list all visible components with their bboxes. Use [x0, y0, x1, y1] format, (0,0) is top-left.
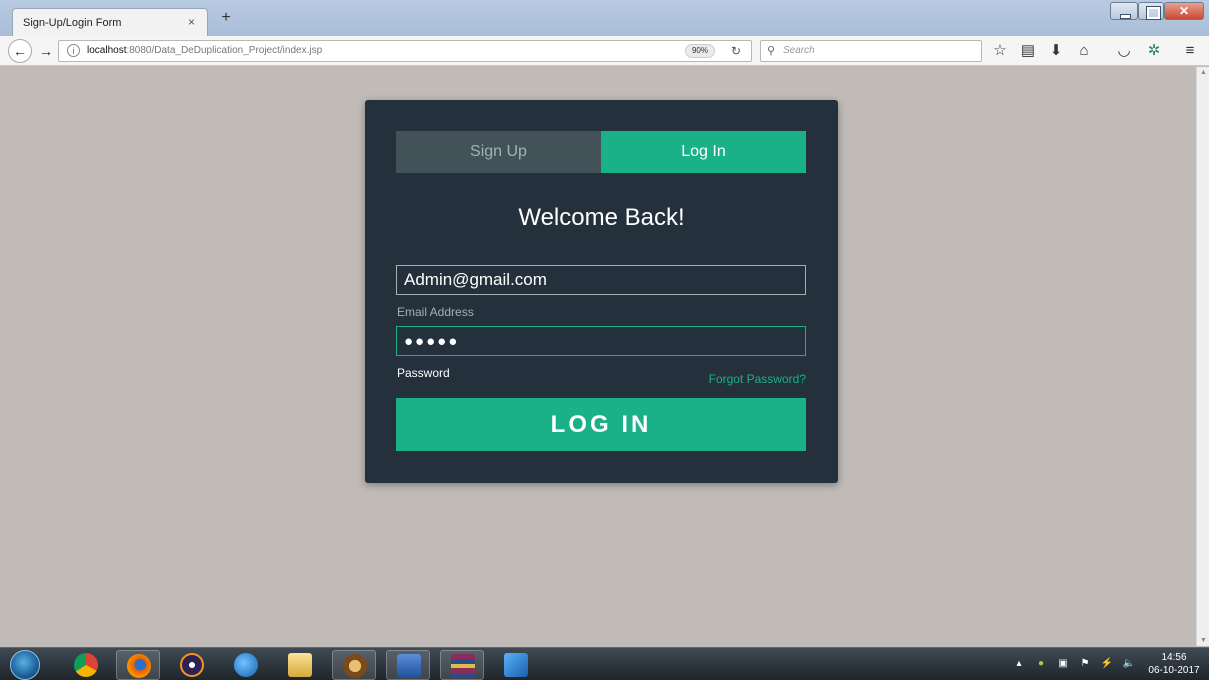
scroll-up-icon[interactable]: ▲ — [1200, 69, 1207, 76]
tab-close-icon[interactable]: × — [188, 15, 195, 29]
search-icon: ⚲ — [767, 45, 776, 57]
download-icon[interactable]: ⬇ — [1046, 41, 1066, 61]
home-icon[interactable]: ⌂ — [1074, 41, 1094, 61]
flash-icon[interactable] — [494, 650, 538, 680]
tab-sign-up[interactable]: Sign Up — [396, 131, 601, 173]
minimize-button[interactable] — [1110, 2, 1138, 20]
media-player-icon[interactable] — [224, 650, 268, 680]
form-tabs: Sign Up Log In — [396, 131, 806, 173]
login-form-card: Sign Up Log In Welcome Back! Email Addre… — [365, 100, 838, 483]
taskbar-clock[interactable]: 14:56 06-10-2017 — [1146, 651, 1202, 677]
tab-log-in[interactable]: Log In — [601, 131, 806, 173]
reading-list-icon[interactable]: ▤ — [1018, 41, 1038, 61]
flag-icon[interactable]: ⚑ — [1078, 657, 1092, 671]
system-tray: ▴ ● ▣ ⚑ ⚡ 🔈 — [1012, 656, 1136, 672]
site-info-icon[interactable]: i — [67, 44, 80, 57]
back-arrow-icon[interactable]: ← — [8, 39, 32, 63]
log-in-button[interactable]: LOG IN — [396, 398, 806, 451]
close-window-button[interactable]: ✕ — [1164, 2, 1204, 20]
settings-icon[interactable] — [332, 650, 376, 680]
navigation-bar: ← → i localhost:8080/Data_DeDuplication_… — [0, 36, 1209, 66]
network-icon[interactable]: ● — [1034, 657, 1048, 671]
zoom-indicator[interactable]: 90% — [684, 44, 715, 58]
clock-date: 06-10-2017 — [1148, 665, 1200, 676]
search-placeholder: Search — [783, 45, 815, 56]
action-center-icon[interactable]: ▣ — [1056, 657, 1070, 671]
url-host: localhost — [87, 45, 127, 56]
forward-arrow-icon[interactable]: → — [38, 41, 54, 61]
browser-tab[interactable]: Sign-Up/Login Form × — [12, 8, 208, 36]
scroll-down-icon[interactable]: ▼ — [1200, 637, 1207, 644]
url-path: :8080/Data_DeDuplication_Project/index.j… — [126, 45, 323, 56]
firefox-icon[interactable] — [116, 650, 160, 680]
menu-icon[interactable]: ≡ — [1180, 41, 1200, 61]
maximize-button[interactable] — [1138, 2, 1164, 20]
eclipse-icon[interactable] — [170, 650, 214, 680]
search-input[interactable]: ⚲ Search — [760, 40, 982, 62]
email-field[interactable] — [396, 265, 806, 295]
password-label: Password — [397, 366, 450, 380]
word-icon[interactable] — [386, 650, 430, 680]
file-explorer-icon[interactable] — [278, 650, 322, 680]
power-icon[interactable]: ⚡ — [1100, 657, 1114, 671]
forgot-password-link[interactable]: Forgot Password? — [709, 372, 806, 386]
star-icon[interactable]: ☆ — [990, 41, 1010, 61]
browser-title-bar: Sign-Up/Login Form × + ✕ — [0, 0, 1209, 36]
pocket-icon[interactable]: ◡ — [1114, 41, 1134, 61]
tab-title: Sign-Up/Login Form — [23, 16, 122, 29]
password-field[interactable] — [396, 326, 806, 356]
address-bar[interactable]: i localhost:8080/Data_DeDuplication_Proj… — [58, 40, 752, 62]
extension-icon[interactable]: ✲ — [1144, 41, 1164, 61]
page-title: Welcome Back! — [518, 204, 685, 231]
archive-icon[interactable] — [440, 650, 484, 680]
email-label: Email Address — [397, 305, 474, 319]
reload-icon[interactable]: ↻ — [731, 41, 741, 61]
new-tab-button[interactable]: + — [216, 9, 236, 31]
windows-taskbar: ▴ ● ▣ ⚑ ⚡ 🔈 14:56 06-10-2017 — [0, 647, 1209, 680]
page-scrollbar[interactable]: ▲ ▼ — [1196, 67, 1209, 646]
chrome-icon[interactable] — [64, 650, 108, 680]
clock-time: 14:56 — [1161, 652, 1187, 663]
start-button[interactable] — [10, 650, 40, 680]
show-hidden-icons-icon[interactable]: ▴ — [1012, 657, 1026, 671]
volume-icon[interactable]: 🔈 — [1122, 657, 1136, 671]
